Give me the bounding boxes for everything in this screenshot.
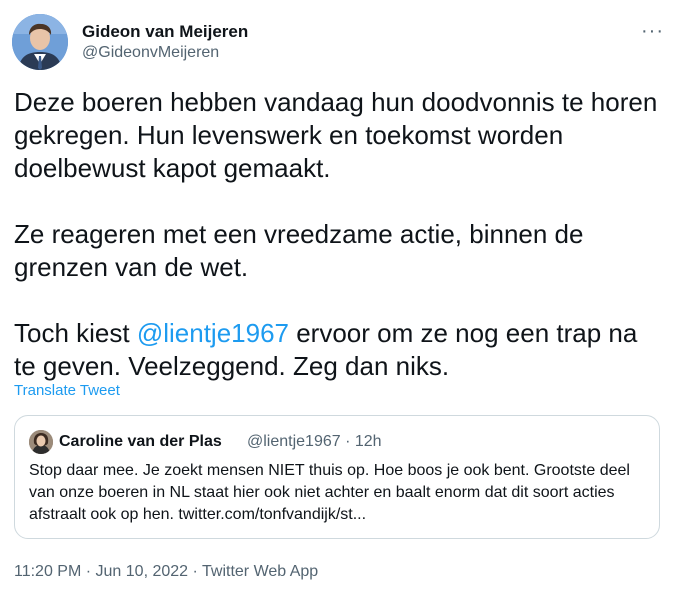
- author-avatar[interactable]: [12, 14, 68, 70]
- quoted-tweet-text: Stop daar mee. Je zoekt mensen NIET thui…: [29, 462, 630, 523]
- tweet-paragraph: Deze boeren hebben vandaag hun doodvonni…: [14, 87, 658, 183]
- quoted-tweet[interactable]: Caroline van der Plas @lientje1967 · 12h…: [14, 415, 660, 539]
- profile-photo-icon: [29, 430, 53, 454]
- quoted-author-name: Caroline van der Plas: [59, 433, 222, 450]
- more-dots-icon[interactable]: ···: [641, 20, 664, 43]
- quoted-author-meta: @lientje1967 · 12h: [247, 430, 382, 454]
- tweet-text-segment: Toch kiest: [14, 318, 137, 348]
- profile-photo-icon: [12, 14, 68, 70]
- tweet-text: Deze boeren hebben vandaag hun doodvonni…: [14, 86, 664, 383]
- tweet-header: Gideon van Meijeren @GideonvMeijeren ···: [12, 14, 668, 70]
- tweet-date[interactable]: Jun 10, 2022: [96, 563, 189, 580]
- translate-tweet-link[interactable]: Translate Tweet: [14, 382, 120, 399]
- tweet-metadata: 11:20 PM · Jun 10, 2022 · Twitter Web Ap…: [14, 563, 318, 581]
- mention-link[interactable]: @lientje1967: [137, 318, 289, 348]
- author-handle[interactable]: @GideonvMeijeren: [82, 42, 248, 64]
- tweet-source[interactable]: Twitter Web App: [202, 563, 318, 580]
- quoted-author-handle: @lientje1967: [247, 433, 341, 450]
- author-display-name[interactable]: Gideon van Meijeren: [82, 22, 248, 42]
- separator-dot: ·: [192, 563, 198, 580]
- separator-dot: ·: [345, 433, 351, 450]
- separator-dot: ·: [85, 563, 92, 580]
- tweet-paragraph: Ze reageren met een vreedzame actie, bin…: [14, 219, 584, 282]
- quoted-author-avatar: [29, 430, 53, 454]
- tweet-paragraph: Toch kiest @lientje1967 ervoor om ze nog…: [14, 317, 664, 383]
- quoted-tweet-time: 12h: [354, 433, 382, 450]
- tweet-timestamp[interactable]: 11:20 PM: [14, 563, 81, 580]
